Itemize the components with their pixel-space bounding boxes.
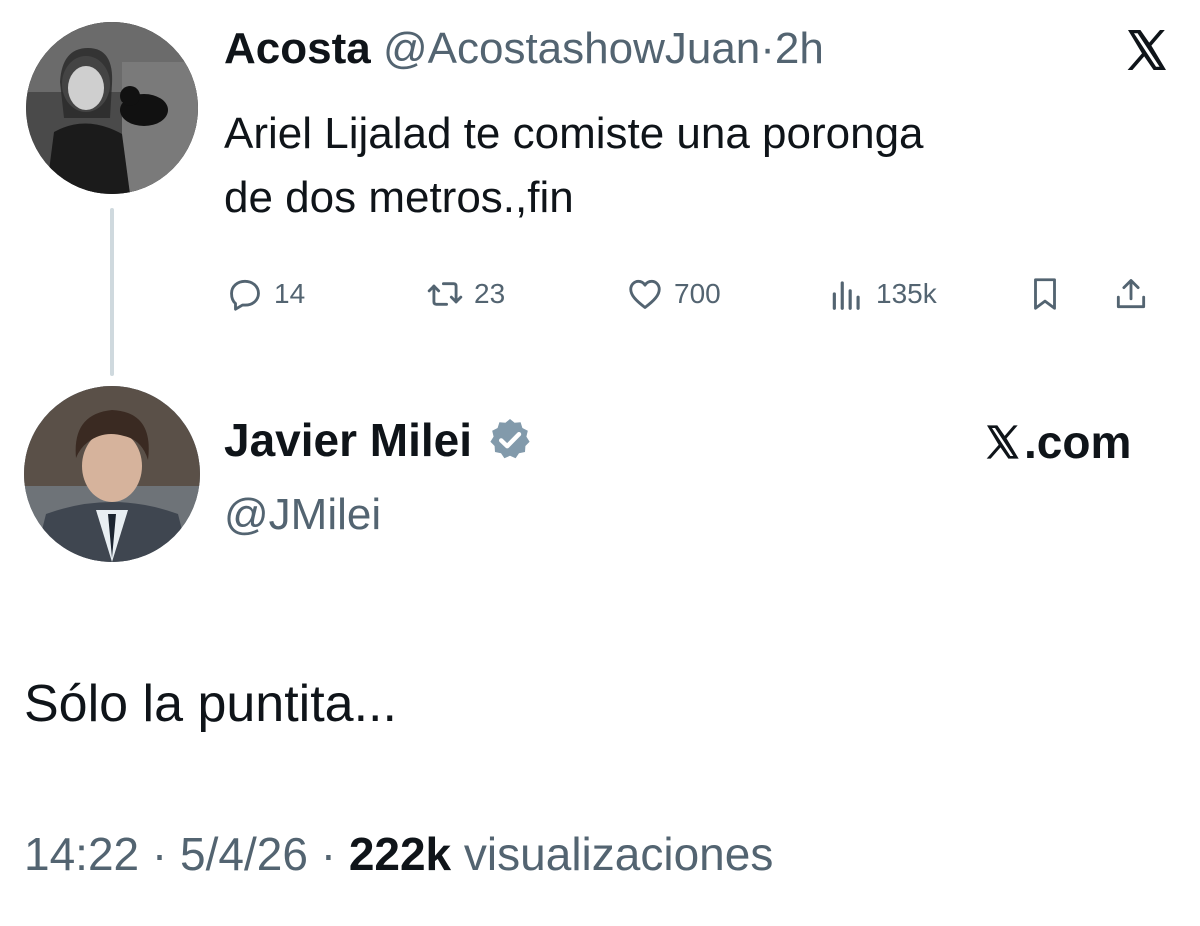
views-button[interactable]: 135k bbox=[828, 272, 937, 316]
profile-photo-grayscale bbox=[26, 22, 198, 194]
heart-icon bbox=[629, 279, 661, 309]
tweet-text: Ariel Lijalad te comiste una poronga de … bbox=[224, 102, 1174, 230]
share-icon bbox=[1116, 279, 1146, 309]
tweet-header: Acosta @AcostashowJuan·2h bbox=[224, 22, 824, 76]
like-count: 700 bbox=[674, 278, 721, 309]
bookmark-icon bbox=[1034, 278, 1056, 310]
x-com-label: .com bbox=[1024, 416, 1132, 468]
tweet-text-line-2: de dos metros.,fin bbox=[224, 173, 574, 222]
like-button[interactable]: 700 bbox=[626, 272, 721, 316]
views-label: visualizaciones bbox=[451, 828, 774, 880]
analytics-bars-icon bbox=[832, 281, 860, 310]
reply-tweet-text: Sólo la puntita... bbox=[24, 675, 397, 733]
views-count: 135k bbox=[876, 278, 937, 309]
separator-dot: · bbox=[760, 24, 775, 73]
author-name[interactable]: Javier Milei bbox=[224, 412, 472, 468]
tweet-date[interactable]: 5/4/26 bbox=[180, 828, 308, 880]
bookmark-button[interactable] bbox=[1026, 272, 1064, 316]
verified-badge-icon bbox=[490, 419, 530, 459]
avatar-jmilei[interactable] bbox=[24, 386, 200, 562]
thread-connector-line bbox=[110, 208, 114, 376]
author-name[interactable]: Acosta bbox=[224, 24, 371, 73]
repost-icon bbox=[427, 282, 463, 306]
reply-button[interactable]: 14 bbox=[226, 272, 305, 316]
tweet-text-line-1: Ariel Lijalad te comiste una poronga bbox=[224, 109, 924, 158]
tweet-time[interactable]: 2h bbox=[775, 24, 824, 73]
tweet-meta: 14:22 · 5/4/26 · 222k visualizaciones bbox=[24, 822, 773, 886]
share-button[interactable] bbox=[1112, 272, 1150, 316]
x-logo-icon bbox=[1127, 30, 1166, 70]
reply-count: 14 bbox=[274, 278, 306, 309]
profile-photo bbox=[24, 386, 200, 562]
x-com-brand: .com bbox=[982, 414, 1131, 470]
repost-count: 23 bbox=[474, 278, 506, 309]
reply-author-handle[interactable]: @JMilei bbox=[224, 488, 381, 542]
x-logo-icon bbox=[986, 425, 1019, 459]
author-handle[interactable]: @AcostashowJuan bbox=[383, 24, 760, 73]
reply-author-name-row: Javier Milei bbox=[224, 412, 534, 468]
tweet-actions: 14 23 700 135k bbox=[226, 272, 1176, 316]
reply-icon bbox=[230, 279, 260, 311]
tweet-time[interactable]: 14:22 bbox=[24, 828, 139, 880]
views-count[interactable]: 222k bbox=[349, 828, 451, 880]
separator-dot: · bbox=[139, 828, 181, 880]
repost-button[interactable]: 23 bbox=[426, 272, 505, 316]
avatar-acosta[interactable] bbox=[26, 22, 198, 194]
separator-dot: · bbox=[307, 828, 349, 880]
